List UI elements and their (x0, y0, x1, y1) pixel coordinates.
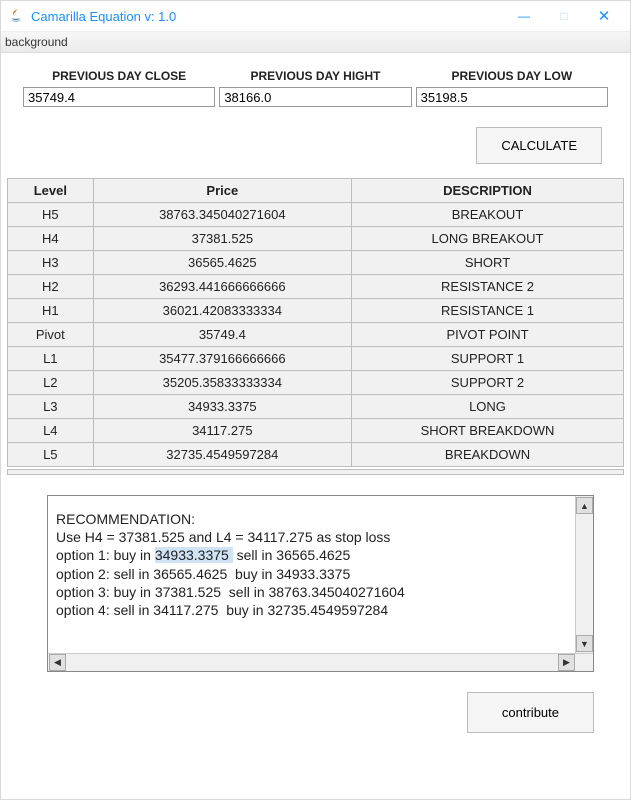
cell-level: L5 (8, 443, 94, 467)
cell-price: 37381.525 (93, 227, 351, 251)
prev-high-label: PREVIOUS DAY HIGHT (250, 69, 380, 83)
cell-desc: RESISTANCE 2 (352, 275, 624, 299)
close-button[interactable]: ✕ (584, 1, 624, 31)
table-footer-strip (7, 469, 624, 475)
cell-level: L2 (8, 371, 94, 395)
cell-level: L1 (8, 347, 94, 371)
cell-desc: LONG BREAKOUT (352, 227, 624, 251)
prev-low-group: PREVIOUS DAY LOW (416, 69, 608, 107)
prev-low-label: PREVIOUS DAY LOW (451, 69, 572, 83)
cell-price: 32735.4549597284 (93, 443, 351, 467)
prev-low-input[interactable] (416, 87, 608, 107)
minimize-button[interactable]: ― (504, 1, 544, 31)
prev-close-group: PREVIOUS DAY CLOSE (23, 69, 215, 107)
contribute-button[interactable]: contribute (467, 692, 594, 733)
th-level: Level (8, 179, 94, 203)
cell-level: L4 (8, 419, 94, 443)
cell-desc: BREAKDOWN (352, 443, 624, 467)
cell-price: 35749.4 (93, 323, 351, 347)
cell-price: 36565.4625 (93, 251, 351, 275)
table-row[interactable]: L135477.379166666666SUPPORT 1 (8, 347, 624, 371)
window-title: Camarilla Equation v: 1.0 (31, 9, 504, 24)
table-row[interactable]: H236293.441666666666RESISTANCE 2 (8, 275, 624, 299)
calculate-button[interactable]: CALCULATE (476, 127, 602, 164)
cell-price: 34933.3375 (93, 395, 351, 419)
table-row[interactable]: H136021.42083333334RESISTANCE 1 (8, 299, 624, 323)
app-window: Camarilla Equation v: 1.0 ― □ ✕ backgrou… (0, 0, 631, 800)
cell-price: 38763.345040271604 (93, 203, 351, 227)
table-row[interactable]: L334933.3375LONG (8, 395, 624, 419)
cell-desc: SUPPORT 1 (352, 347, 624, 371)
table-row[interactable]: H437381.525LONG BREAKOUT (8, 227, 624, 251)
cell-price: 36021.42083333334 (93, 299, 351, 323)
cell-level: H4 (8, 227, 94, 251)
table-row[interactable]: L434117.275SHORT BREAKDOWN (8, 419, 624, 443)
th-price: Price (93, 179, 351, 203)
selected-text: 34933.3375 (155, 547, 233, 563)
table-row[interactable]: H538763.345040271604BREAKOUT (8, 203, 624, 227)
scroll-right-icon[interactable]: ▶ (558, 654, 575, 671)
cell-desc: SHORT BREAKDOWN (352, 419, 624, 443)
recommendation-text[interactable]: RECOMMENDATION:Use H4 = 37381.525 and L4… (48, 496, 575, 653)
th-desc: DESCRIPTION (352, 179, 624, 203)
cell-price: 35477.379166666666 (93, 347, 351, 371)
recommendation-box: RECOMMENDATION:Use H4 = 37381.525 and L4… (47, 495, 594, 672)
content-area: PREVIOUS DAY CLOSE PREVIOUS DAY HIGHT PR… (1, 53, 630, 799)
scroll-left-icon[interactable]: ◀ (49, 654, 66, 671)
table-row[interactable]: Pivot35749.4PIVOT POINT (8, 323, 624, 347)
cell-desc: SHORT (352, 251, 624, 275)
menu-item-background[interactable]: background (5, 35, 68, 49)
cell-desc: BREAKOUT (352, 203, 624, 227)
java-icon (7, 7, 25, 25)
cell-price: 36293.441666666666 (93, 275, 351, 299)
vertical-scrollbar[interactable]: ▲ ▼ (575, 496, 593, 653)
cell-level: L3 (8, 395, 94, 419)
cell-desc: RESISTANCE 1 (352, 299, 624, 323)
horizontal-scrollbar[interactable]: ◀ ▶ (48, 653, 593, 671)
cell-level: H2 (8, 275, 94, 299)
cell-level: Pivot (8, 323, 94, 347)
scroll-down-icon[interactable]: ▼ (576, 635, 593, 652)
cell-desc: LONG (352, 395, 624, 419)
cell-desc: SUPPORT 2 (352, 371, 624, 395)
cell-desc: PIVOT POINT (352, 323, 624, 347)
prev-high-input[interactable] (219, 87, 411, 107)
prev-high-group: PREVIOUS DAY HIGHT (219, 69, 411, 107)
scroll-up-icon[interactable]: ▲ (576, 497, 593, 514)
maximize-button[interactable]: □ (544, 1, 584, 31)
prev-close-input[interactable] (23, 87, 215, 107)
cell-level: H5 (8, 203, 94, 227)
title-bar[interactable]: Camarilla Equation v: 1.0 ― □ ✕ (1, 1, 630, 32)
prev-close-label: PREVIOUS DAY CLOSE (52, 69, 186, 83)
table-row[interactable]: L532735.4549597284BREAKDOWN (8, 443, 624, 467)
levels-table: Level Price DESCRIPTION H538763.34504027… (7, 178, 624, 467)
inputs-row: PREVIOUS DAY CLOSE PREVIOUS DAY HIGHT PR… (23, 69, 608, 107)
table-row[interactable]: H336565.4625SHORT (8, 251, 624, 275)
table-row[interactable]: L235205.35833333334SUPPORT 2 (8, 371, 624, 395)
cell-price: 34117.275 (93, 419, 351, 443)
cell-level: H3 (8, 251, 94, 275)
cell-price: 35205.35833333334 (93, 371, 351, 395)
menu-bar: background (1, 32, 630, 53)
cell-level: H1 (8, 299, 94, 323)
